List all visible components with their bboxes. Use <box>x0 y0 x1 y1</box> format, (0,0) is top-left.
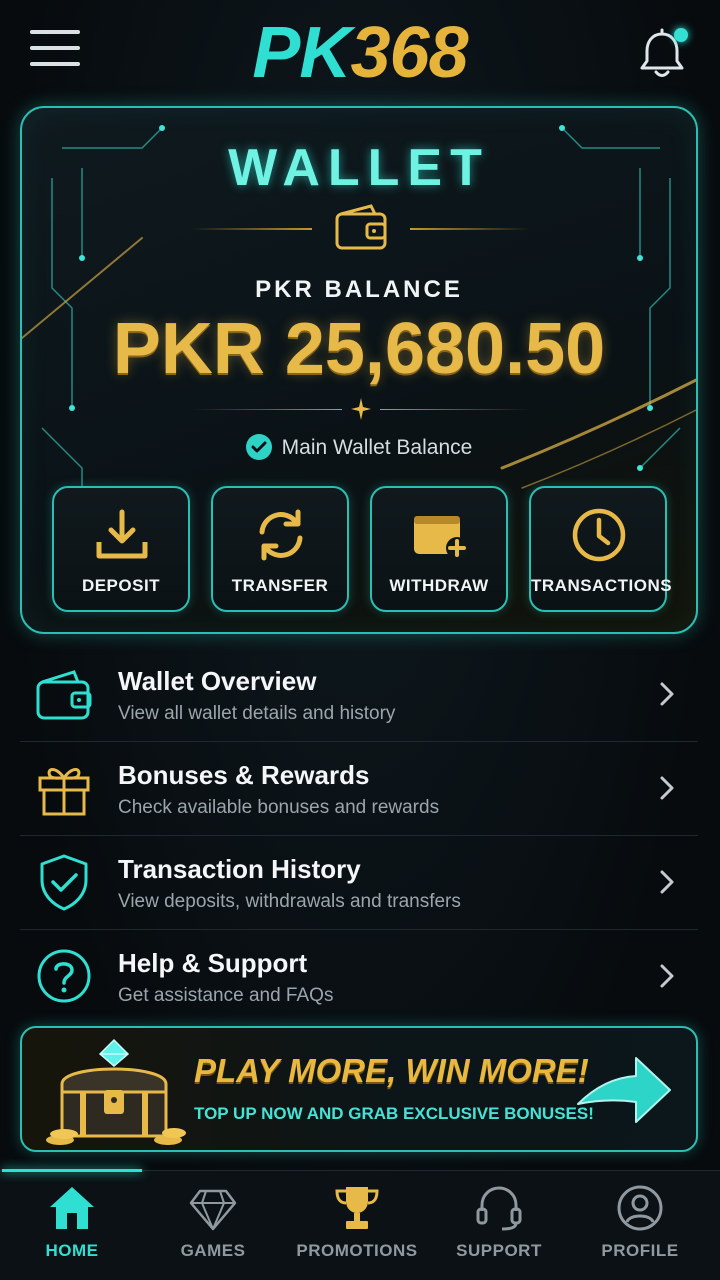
nav-label: PROMOTIONS <box>296 1241 418 1260</box>
app-logo: PK368 <box>0 12 720 94</box>
shield-check-icon <box>40 854 88 911</box>
wallet-title: WALLET <box>228 139 490 197</box>
transactions-button[interactable]: TRANSACTIONS <box>529 486 673 612</box>
arrow-right-icon <box>577 1057 671 1123</box>
menu-item-title: Transaction History <box>118 854 361 884</box>
transfer-button[interactable]: TRANSFER <box>211 486 349 612</box>
treasure-chest-icon <box>46 1038 186 1145</box>
balance-label: PKR BALANCE <box>255 276 463 303</box>
menu-item-subtitle: View all wallet details and history <box>118 703 396 724</box>
nav-label: SUPPORT <box>456 1241 542 1260</box>
menu-item-wallet-overview[interactable]: Wallet Overview View all wallet details … <box>20 648 698 742</box>
bottom-nav: HOME GAMES PROMOTIONS SUPPORT PROFILE <box>0 1169 720 1280</box>
balance-value: PKR 25,680.50 <box>112 309 606 389</box>
logo-number-text: 368 <box>350 13 468 93</box>
sparkle-icon <box>351 398 371 420</box>
withdraw-button[interactable]: WITHDRAW <box>370 486 508 612</box>
main-wallet-row: Main Wallet Balance <box>22 434 696 460</box>
check-circle-icon <box>245 434 272 460</box>
transfer-label: TRANSFER <box>231 576 329 595</box>
wallet-card: WALLET PKR BALANCE PKR 25,680.50 Main Wa… <box>20 106 698 634</box>
nav-profile[interactable]: PROFILE <box>568 1171 712 1280</box>
nav-home[interactable]: HOME <box>0 1169 144 1280</box>
chevron-right-icon <box>660 964 674 988</box>
transactions-label: TRANSACTIONS <box>531 576 673 595</box>
wallet-icon <box>335 204 387 250</box>
clock-icon <box>572 508 626 562</box>
chevron-right-icon <box>660 682 674 706</box>
menu-item-title: Bonuses & Rewards <box>118 760 370 790</box>
diamond-icon <box>189 1189 237 1231</box>
chevron-right-icon <box>660 776 674 800</box>
promo-subtitle: TOP UP NOW AND GRAB EXCLUSIVE BONUSES! <box>194 1104 594 1123</box>
logo-pk-text: PK <box>252 13 351 93</box>
nav-label: PROFILE <box>601 1241 679 1260</box>
main-wallet-label: Main Wallet Balance <box>281 436 473 459</box>
question-circle-icon <box>37 949 91 1003</box>
nav-label: GAMES <box>180 1241 246 1260</box>
notification-bell-icon[interactable] <box>636 28 688 82</box>
home-icon <box>50 1187 94 1229</box>
wallet-actions: DEPOSIT TRANSFER WITHDRAW TRANSACTIONS <box>52 486 673 614</box>
gift-icon <box>38 768 90 816</box>
trophy-icon <box>335 1187 379 1229</box>
top-bar: PK368 <box>0 0 720 105</box>
menu-item-subtitle: Get assistance and FAQs <box>118 985 334 1006</box>
refresh-arrows-icon <box>259 509 303 561</box>
nav-games[interactable]: GAMES <box>141 1171 285 1280</box>
nav-label: HOME <box>45 1241 99 1260</box>
headset-icon <box>476 1186 522 1231</box>
deposit-label: DEPOSIT <box>81 576 161 595</box>
wallet-plus-icon <box>414 516 468 559</box>
withdraw-label: WITHDRAW <box>389 576 489 595</box>
wallet-icon <box>36 670 92 720</box>
download-tray-icon <box>96 509 148 559</box>
notification-dot <box>674 28 688 42</box>
promo-title: PLAY MORE, WIN MORE! <box>194 1052 589 1089</box>
user-circle-icon <box>617 1185 663 1231</box>
nav-support[interactable]: SUPPORT <box>427 1171 571 1280</box>
chevron-right-icon <box>660 870 674 894</box>
menu-item-bonuses-rewards[interactable]: Bonuses & Rewards Check available bonuse… <box>20 742 698 836</box>
menu-list: Wallet Overview View all wallet details … <box>20 648 698 1024</box>
deposit-button[interactable]: DEPOSIT <box>52 486 190 612</box>
menu-item-subtitle: Check available bonuses and rewards <box>118 797 440 818</box>
menu-item-transaction-history[interactable]: Transaction History View deposits, withd… <box>20 836 698 930</box>
menu-item-title: Wallet Overview <box>118 666 317 696</box>
promo-banner[interactable]: PLAY MORE, WIN MORE! TOP UP NOW AND GRAB… <box>20 1026 698 1152</box>
wallet-icon-row <box>192 200 530 260</box>
nav-promotions[interactable]: PROMOTIONS <box>285 1171 429 1280</box>
menu-item-subtitle: View deposits, withdrawals and transfers <box>118 891 461 912</box>
divider <box>192 398 530 422</box>
menu-item-title: Help & Support <box>118 948 308 978</box>
menu-item-help-support[interactable]: Help & Support Get assistance and FAQs <box>20 930 698 1024</box>
